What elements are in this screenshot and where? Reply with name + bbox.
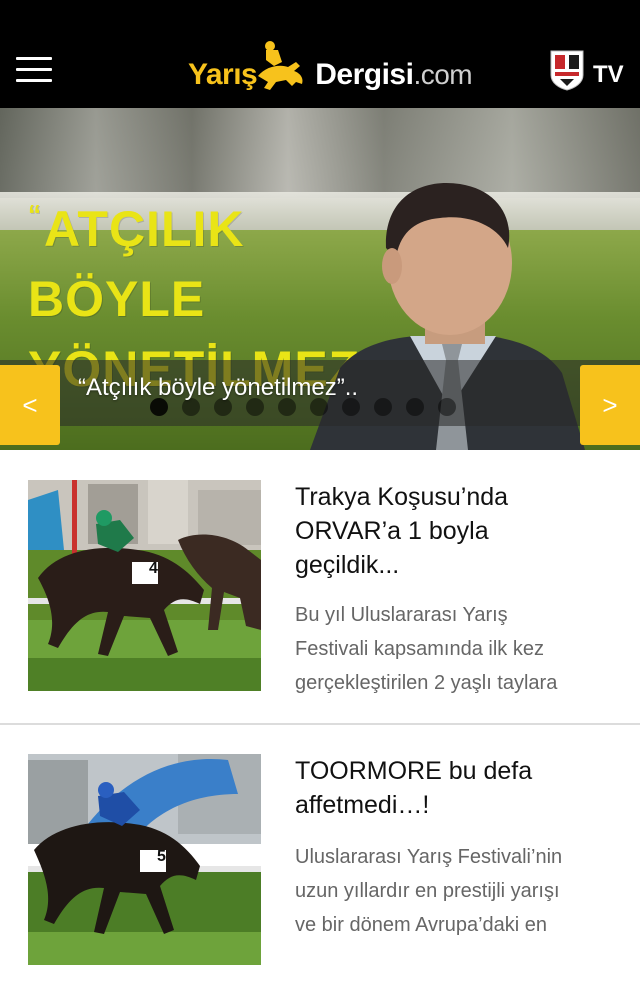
article-title-line: affetmedi…! bbox=[295, 791, 430, 819]
article-excerpt-line: gerçekleştirilen 2 yaşlı taylara bbox=[295, 672, 558, 694]
article-divider bbox=[0, 723, 640, 725]
saddle-number: 4 bbox=[149, 560, 158, 577]
quote-line-1: ATÇILIK bbox=[44, 201, 245, 257]
article-title-line: ORVAR’a 1 boyla bbox=[295, 517, 489, 545]
article-thumbnail[interactable]: 5 bbox=[28, 754, 261, 965]
tjk-badge-icon bbox=[550, 50, 584, 91]
article-title-line: TOORMORE bu defa bbox=[295, 757, 533, 785]
article-excerpt-line: Bu yıl Uluslararası Yarış bbox=[295, 604, 508, 626]
menu-bar bbox=[16, 68, 52, 71]
article-excerpt: Uluslararası Yarış Festivali’nin uzun yı… bbox=[295, 840, 615, 942]
article-title-line: geçildik... bbox=[295, 551, 400, 579]
tv-label: TV bbox=[593, 61, 624, 88]
featured-slider[interactable]: “ATÇILIK BÖYLE YÖNETİLMEZ” “Atçılık böyl… bbox=[0, 108, 640, 450]
article-excerpt-line: Festivali kapsamında ilk kez bbox=[295, 638, 544, 660]
logo-word-com: .com bbox=[413, 59, 473, 90]
pagination-dot[interactable] bbox=[438, 398, 456, 416]
menu-bar bbox=[16, 79, 52, 82]
article-excerpt: Bu yıl Uluslararası Yarış Festivali kaps… bbox=[295, 598, 615, 700]
saddle-number: 5 bbox=[157, 848, 166, 865]
quote-mark: “ bbox=[28, 199, 42, 229]
menu-bar bbox=[16, 57, 52, 60]
logo-word-yaris: Yarış bbox=[188, 58, 258, 91]
hamburger-menu-icon[interactable] bbox=[16, 57, 52, 85]
tv-button[interactable]: TV bbox=[548, 47, 628, 93]
article-title[interactable]: Trakya Koşusu’nda ORVAR’a 1 boyla geçild… bbox=[295, 480, 615, 582]
pagination-dot[interactable] bbox=[406, 398, 424, 416]
article-excerpt-line: uzun yıllardır en prestijli yarışı bbox=[295, 880, 560, 902]
article-list-item[interactable]: 5 TOORMORE bu defa affetmedi…! Uluslarar… bbox=[0, 726, 640, 998]
slider-prev-button[interactable]: < bbox=[0, 365, 60, 445]
article-thumbnail[interactable]: 4 bbox=[28, 480, 261, 691]
pagination-dot[interactable] bbox=[374, 398, 392, 416]
site-logo[interactable]: Yarış Dergisi.com bbox=[188, 36, 473, 96]
article-excerpt-line: Uluslararası Yarış Festivali’nin bbox=[295, 846, 563, 868]
article-title[interactable]: TOORMORE bu defa affetmedi…! bbox=[295, 754, 615, 822]
logo-wordmark: Yarış Dergisi.com bbox=[188, 58, 473, 92]
article-list-item[interactable]: 4 Trakya Koşusu’nda ORVAR’a 1 boyla geçi… bbox=[0, 452, 640, 724]
app-header: Yarış Dergisi.com TV bbox=[0, 0, 640, 108]
slide-caption[interactable]: “Atçılık böyle yönetilmez”.. bbox=[78, 374, 358, 402]
article-excerpt-line: ve bir dönem Avrupa’daki en bbox=[295, 914, 548, 936]
slider-next-button[interactable]: > bbox=[580, 365, 640, 445]
logo-word-dergisi: Dergisi bbox=[315, 58, 414, 91]
article-title-line: Trakya Koşusu’nda bbox=[295, 483, 509, 511]
